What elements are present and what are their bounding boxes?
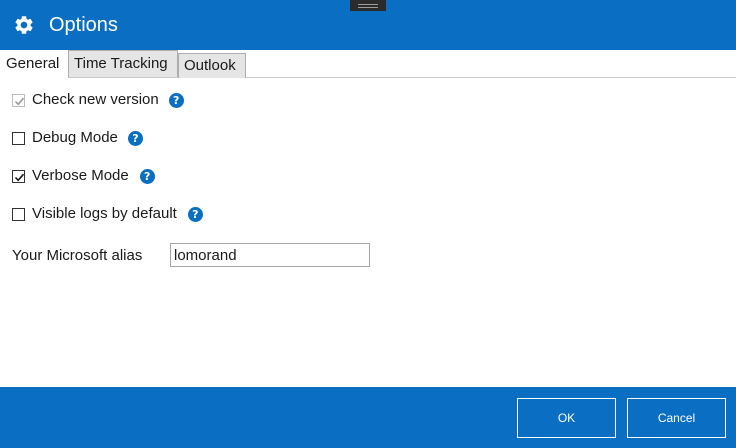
debug-mode-label: Debug Mode bbox=[32, 129, 118, 146]
option-visible-logs: Visible logs by default ? bbox=[12, 204, 203, 224]
window-title: Options bbox=[49, 14, 118, 36]
checkmark-icon bbox=[14, 173, 25, 181]
footer-bar: OK Cancel bbox=[0, 387, 736, 448]
alias-label: Your Microsoft alias bbox=[12, 247, 143, 264]
help-icon[interactable]: ? bbox=[139, 168, 155, 184]
verbose-mode-checkbox[interactable] bbox=[12, 169, 25, 183]
option-verbose-mode: Verbose Mode ? bbox=[12, 166, 155, 186]
help-icon[interactable]: ? bbox=[127, 130, 143, 146]
verbose-mode-label: Verbose Mode bbox=[32, 167, 129, 184]
check-new-version-checkbox[interactable] bbox=[12, 93, 25, 107]
drag-handle[interactable] bbox=[350, 0, 386, 11]
checkmark-icon bbox=[14, 97, 25, 105]
debug-mode-checkbox[interactable] bbox=[12, 131, 25, 145]
visible-logs-checkbox[interactable] bbox=[12, 207, 25, 221]
cancel-button[interactable]: Cancel bbox=[627, 398, 726, 438]
visible-logs-label: Visible logs by default bbox=[32, 205, 177, 222]
tab-general[interactable]: General bbox=[0, 50, 68, 78]
check-new-version-label: Check new version bbox=[32, 91, 159, 108]
title-bar: Options bbox=[0, 0, 736, 50]
option-debug-mode: Debug Mode ? bbox=[12, 128, 143, 148]
tab-outlook[interactable]: Outlook bbox=[178, 53, 246, 78]
gear-icon bbox=[15, 16, 33, 34]
help-icon[interactable]: ? bbox=[168, 92, 184, 108]
tab-time-tracking[interactable]: Time Tracking bbox=[68, 50, 178, 77]
ok-button[interactable]: OK bbox=[517, 398, 616, 438]
option-check-new-version: Check new version ? bbox=[12, 90, 184, 110]
alias-input[interactable] bbox=[170, 243, 370, 267]
tab-strip: General Time Tracking Outlook bbox=[0, 50, 736, 78]
help-icon[interactable]: ? bbox=[187, 206, 203, 222]
